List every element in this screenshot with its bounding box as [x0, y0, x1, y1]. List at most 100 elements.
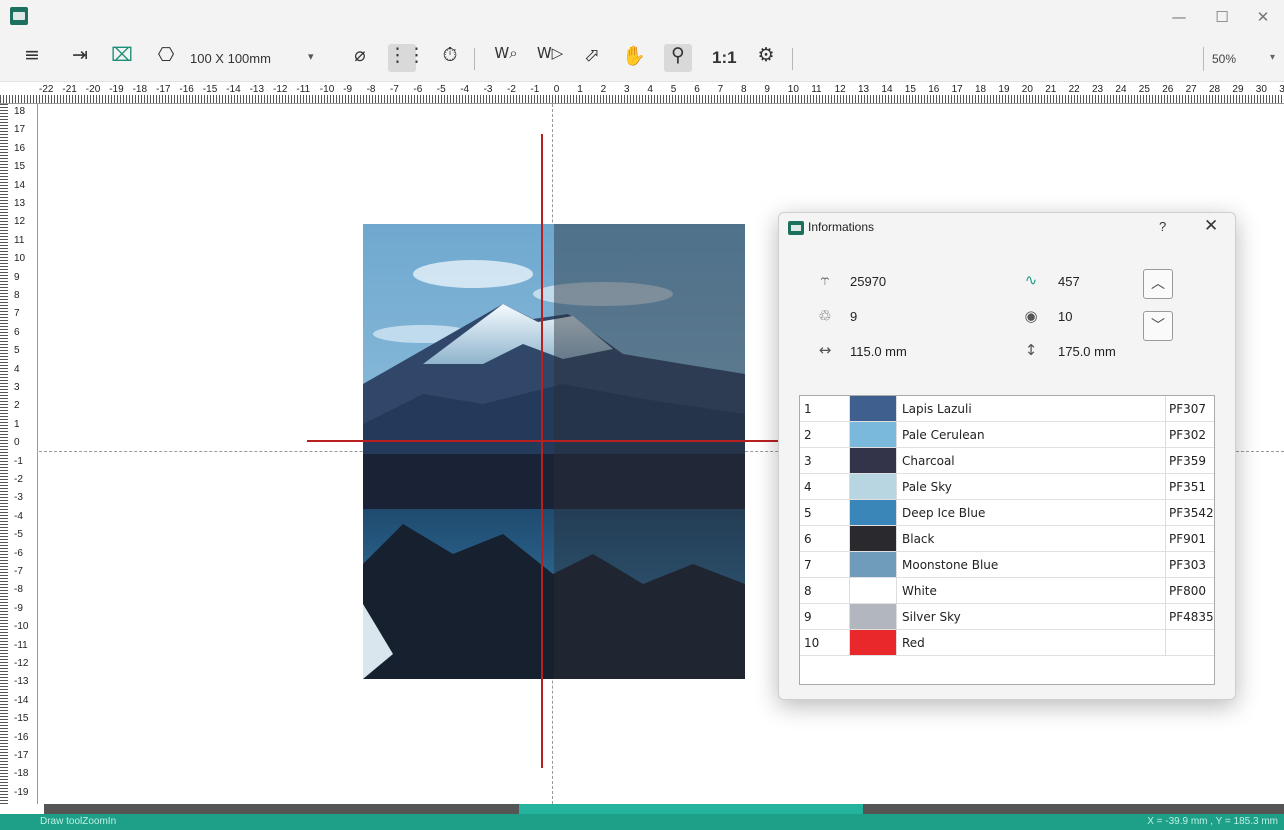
chevron-down-icon: ﹀ [1151, 318, 1165, 334]
color-name: Black [896, 526, 1166, 552]
chevron-down-icon[interactable]: ▾ [308, 50, 314, 63]
move-color-up-button[interactable]: ︿ [1143, 269, 1173, 299]
color-row[interactable]: 3 Charcoal PF359 [800, 448, 1214, 474]
color-row[interactable]: 9 Silver Sky PF4835 [800, 604, 1214, 630]
ruler-label: -12 [14, 658, 29, 669]
settings-icon[interactable]: ⚙ [752, 44, 780, 72]
help-button[interactable]: ? [1159, 219, 1166, 234]
ruler-label: -18 [132, 84, 148, 95]
color-code: PF4835 [1169, 610, 1214, 624]
chevron-up-icon: ︿ [1151, 276, 1165, 292]
color-count: 10 [1058, 309, 1073, 324]
width-icon: ↔ [818, 341, 832, 359]
ruler-label: 1 [577, 84, 583, 95]
ruler-label: 9 [14, 271, 20, 283]
actual-size-button[interactable]: 1:1 [712, 48, 737, 68]
ruler-label: -10 [14, 621, 29, 633]
color-row[interactable]: 10 Red [800, 630, 1214, 656]
color-swatch [850, 474, 896, 499]
ruler-label: -8 [14, 584, 23, 596]
color-row[interactable]: 4 Pale Sky PF351 [800, 474, 1214, 500]
vertical-ruler[interactable]: 18 17 16 15 14 13 12 11 10 9 8 7 6 5 4 3 2 1 0 -1 -2 -3 -4 -5 -6… [0, 104, 38, 804]
move-color-down-button[interactable]: ﹀ [1143, 311, 1173, 341]
ruler-label: -14 [226, 84, 241, 95]
ruler-label: -2 [14, 474, 23, 485]
toolbar-divider [474, 48, 475, 70]
color-code: PF351 [1169, 480, 1207, 494]
ruler-label: 17 [951, 84, 963, 95]
zoom-select[interactable]: 50% ▾ [1203, 47, 1279, 71]
ruler-label: -4 [460, 84, 470, 95]
close-dialog-button[interactable]: ✕ [1204, 216, 1218, 236]
ruler-label: 0 [14, 437, 20, 449]
app-logo-icon [788, 221, 804, 235]
ruler-label: 7 [14, 308, 20, 320]
color-name: Silver Sky [896, 604, 1166, 630]
ruler-label: -15 [202, 84, 218, 95]
title-bar: — ☐ ✕ [0, 0, 1284, 34]
close-window-button[interactable]: ✕ [1246, 6, 1280, 28]
maximize-button[interactable]: ☐ [1205, 6, 1239, 28]
ruler-label: -14 [14, 694, 29, 706]
ruler-ticks [0, 104, 8, 804]
minimize-button[interactable]: — [1162, 6, 1196, 28]
jump-count-icon: ∿ [1024, 271, 1038, 289]
ruler-label: 0 [553, 84, 560, 95]
color-index: 9 [800, 604, 850, 630]
ruler-label: -20 [85, 84, 101, 95]
status-bar: Draw toolZoomIn X = -39.9 mm , Y = 185.3… [0, 814, 1284, 830]
hand-icon[interactable]: ✋ [620, 44, 648, 72]
grid-icon[interactable]: ⋮⋮ [388, 44, 426, 72]
embroidery-design-preview[interactable] [363, 224, 745, 679]
measure-icon[interactable]: ⌀ [346, 44, 374, 72]
hoop-size-select[interactable]: 100 X 100mm [190, 51, 271, 66]
menu-icon[interactable]: ≡ [18, 44, 46, 72]
hoop-shape-icon[interactable]: ⎔ [152, 44, 180, 72]
color-code [1166, 630, 1214, 656]
color-name: White [896, 578, 1166, 604]
color-index: 3 [800, 448, 850, 474]
ruler-label: -19 [109, 84, 124, 95]
select-icon[interactable]: ⬀ [578, 44, 606, 72]
ruler-label: -6 [413, 84, 423, 95]
color-index: 6 [800, 526, 850, 552]
color-code: PF303 [1169, 558, 1207, 572]
ruler-label: 30 [1255, 84, 1267, 95]
color-row[interactable]: 2 Pale Cerulean PF302 [800, 422, 1214, 448]
ruler-label: 6 [694, 84, 700, 95]
ruler-label: -5 [14, 529, 23, 541]
scrollbar-thumb[interactable] [519, 804, 863, 814]
color-index: 5 [800, 500, 850, 526]
horizontal-scrollbar[interactable] [44, 804, 1284, 814]
color-row[interactable]: 5 Deep Ice Blue PF3542 [800, 500, 1214, 526]
word-art-icon[interactable]: W⌕ [486, 44, 526, 72]
horizontal-ruler[interactable]: -22 -21 -20 -19 -18 -17 -16 -15 -14 -13 -12 -11 -10-… [0, 82, 1284, 104]
stitch-count-icon: ⥾ [820, 271, 830, 289]
color-row[interactable]: 7 Moonstone Blue PF303 [800, 552, 1214, 578]
color-row[interactable]: 6 Black PF901 [800, 526, 1214, 552]
ruler-label: -3 [483, 84, 493, 95]
ruler-label: -2 [507, 84, 516, 95]
ruler-label: -1 [14, 455, 23, 467]
ruler-ticks [0, 95, 1284, 103]
informations-dialog: Informations ? ✕ ⥾ 25970 ∿ 457 ♲ 9 ◉ 10 … [778, 212, 1236, 700]
ruler-label: 21 [1045, 84, 1057, 95]
color-name: Moonstone Blue [896, 552, 1166, 578]
color-row[interactable]: 8 White PF800 [800, 578, 1214, 604]
import-icon[interactable]: ⇥ [66, 44, 94, 72]
timer-icon[interactable]: ⏱ [436, 44, 464, 72]
hoop-icon[interactable]: ⌧ [108, 44, 136, 72]
ruler-label: 4 [647, 84, 653, 95]
ruler-label: 27 [1185, 84, 1197, 95]
word-play-icon[interactable]: W▷ [530, 44, 570, 72]
zoom-icon[interactable]: ⚲ [664, 44, 692, 72]
ruler-label: -9 [343, 84, 353, 95]
ruler-label: 9 [764, 84, 770, 95]
ruler-label: 14 [881, 84, 893, 95]
color-name: Charcoal [896, 448, 1166, 474]
ruler-label: 5 [14, 345, 20, 357]
zoom-value: 50% [1212, 52, 1237, 66]
color-row[interactable]: 1 Lapis Lazuli PF307 [800, 396, 1214, 422]
ruler-label: 14 [14, 179, 26, 191]
ruler-label: 3 [624, 84, 630, 95]
